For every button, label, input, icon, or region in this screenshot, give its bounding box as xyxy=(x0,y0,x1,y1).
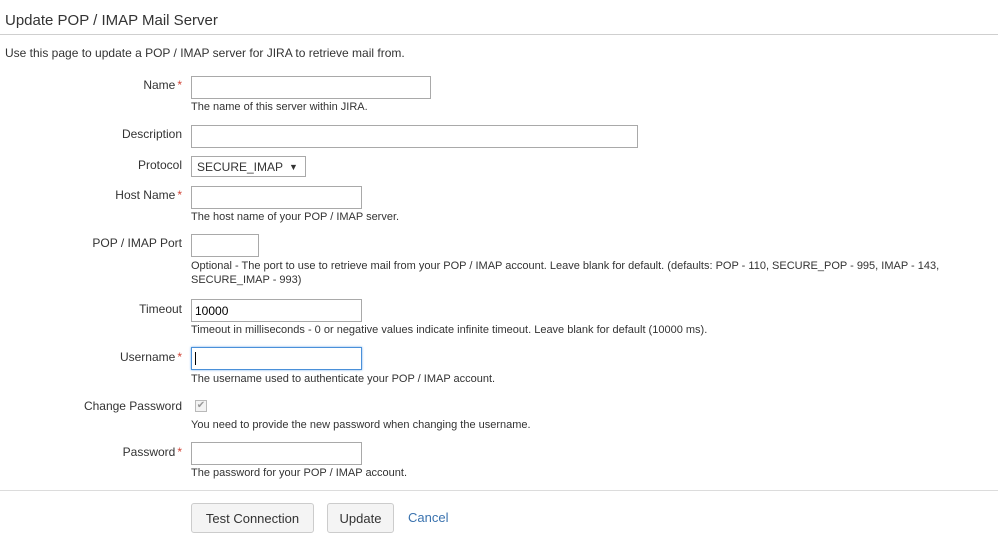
timeout-input[interactable] xyxy=(191,299,362,322)
test-connection-button[interactable]: Test Connection xyxy=(191,503,314,533)
password-input[interactable] xyxy=(191,442,362,465)
timeout-label: Timeout xyxy=(139,302,182,316)
required-marker: * xyxy=(177,188,182,202)
description-input[interactable] xyxy=(191,125,638,148)
protocol-selected-value: SECURE_IMAP xyxy=(197,159,284,174)
host-help: The host name of your POP / IMAP server. xyxy=(191,211,400,223)
required-marker: * xyxy=(177,445,182,459)
protocol-label: Protocol xyxy=(137,158,182,172)
page-title: Update POP / IMAP Mail Server xyxy=(5,12,218,29)
text-cursor xyxy=(195,352,196,365)
buttons-divider xyxy=(0,490,998,491)
password-label: Password * xyxy=(122,445,182,459)
port-help: Optional - The port to use to retrieve m… xyxy=(191,260,940,286)
name-help: The name of this server within JIRA. xyxy=(191,101,368,113)
checkmark-icon: ✔ xyxy=(196,400,206,411)
timeout-help: Timeout in milliseconds - 0 or negative … xyxy=(191,324,708,336)
username-label: Username * xyxy=(119,350,182,364)
port-input[interactable] xyxy=(191,234,259,257)
name-input[interactable] xyxy=(191,76,431,99)
change-password-help: You need to provide the new password whe… xyxy=(191,419,531,431)
change-password-checkbox[interactable]: ✔ xyxy=(195,400,207,412)
port-label: POP / IMAP Port xyxy=(92,236,182,250)
page-description: Use this page to update a POP / IMAP ser… xyxy=(5,46,405,60)
username-help: The username used to authenticate your P… xyxy=(191,373,496,385)
cancel-link[interactable]: Cancel xyxy=(408,510,448,525)
name-label: Name * xyxy=(143,78,182,92)
password-help: The password for your POP / IMAP account… xyxy=(191,467,408,479)
title-divider xyxy=(0,34,998,35)
required-marker: * xyxy=(177,78,182,92)
host-input[interactable] xyxy=(191,186,362,209)
required-marker: * xyxy=(177,350,182,364)
change-password-label: Change Password xyxy=(83,399,182,413)
username-input[interactable] xyxy=(191,347,362,370)
update-button[interactable]: Update xyxy=(327,503,394,533)
protocol-select[interactable]: SECURE_IMAP ▼ xyxy=(191,156,306,177)
description-label: Description xyxy=(121,127,182,141)
chevron-down-icon: ▼ xyxy=(289,161,298,172)
host-label: Host Name * xyxy=(115,188,182,202)
